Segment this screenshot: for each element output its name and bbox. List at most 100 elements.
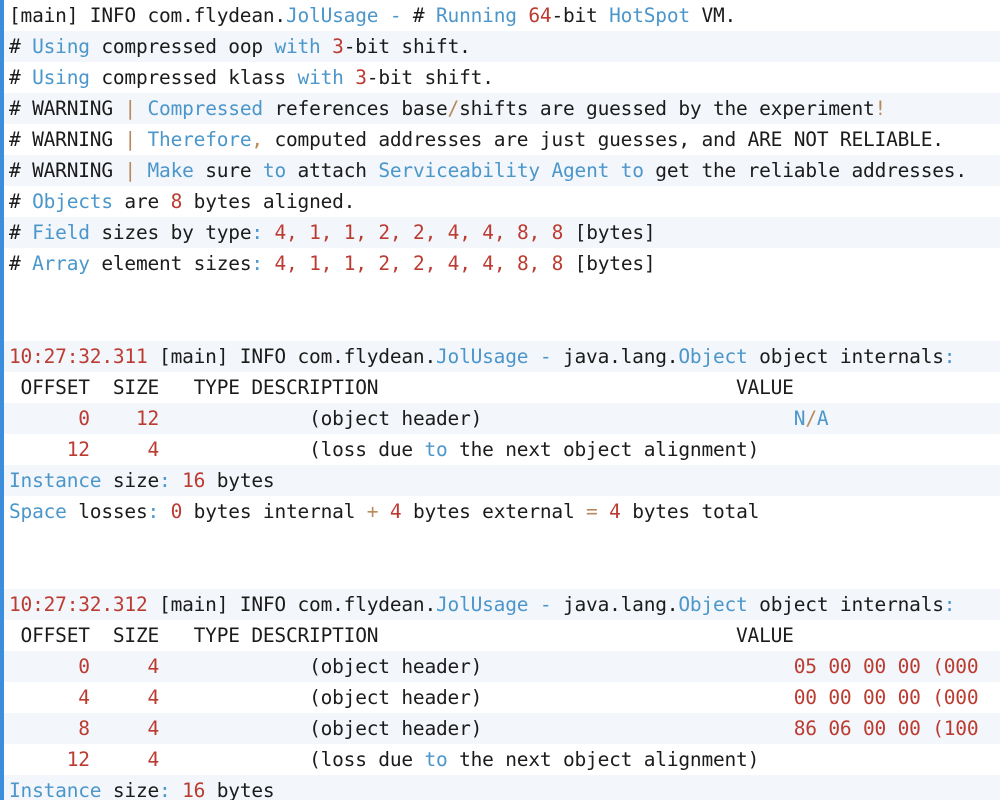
token: + — [367, 500, 379, 523]
token: , — [494, 252, 517, 275]
token: 4 — [274, 252, 286, 275]
token: , — [390, 221, 413, 244]
token: are — [113, 190, 171, 213]
token: 3 — [332, 35, 344, 58]
token: 8 — [552, 221, 564, 244]
token: Serviceability Agent to — [378, 159, 643, 182]
token: with — [298, 66, 344, 89]
token — [171, 779, 183, 800]
token: / — [448, 97, 460, 120]
token: A — [817, 407, 829, 430]
token: Object — [678, 345, 747, 368]
token: get the reliable addresses. — [644, 159, 967, 182]
token — [378, 4, 390, 27]
line-block1-row-0: 0 12 (object header) N/A — [4, 403, 1000, 434]
token: 0 — [78, 407, 90, 430]
token: compressed oop — [90, 35, 275, 58]
token: Objects — [32, 190, 113, 213]
token: bytes — [205, 779, 274, 800]
line-block2-row-0: 0 4 (object header) 05 00 00 00 (000 — [4, 651, 1000, 682]
token: , — [425, 221, 448, 244]
token: (object header) — [159, 407, 794, 430]
token: 4 — [148, 748, 160, 771]
token: bytes aligned. — [182, 190, 355, 213]
token: : — [159, 469, 171, 492]
token — [9, 717, 78, 740]
token: to — [263, 159, 286, 182]
token: , — [459, 221, 482, 244]
token: 05 00 00 00 (000 — [794, 655, 979, 678]
token: compressed klass — [90, 66, 298, 89]
token — [90, 655, 148, 678]
token: size — [101, 469, 159, 492]
token: , — [355, 221, 378, 244]
token: 1 — [344, 252, 356, 275]
token — [90, 686, 148, 709]
token: JolUsage — [436, 593, 528, 616]
token: , — [494, 221, 517, 244]
token: to — [424, 748, 447, 771]
token: 4 — [274, 221, 286, 244]
token: OFFSET SIZE TYPE DESCRIPTION VALUE — [9, 624, 794, 647]
token: 2 — [378, 221, 390, 244]
line-block2-columns: OFFSET SIZE TYPE DESCRIPTION VALUE — [4, 620, 1000, 651]
token: losses — [67, 500, 148, 523]
token: Compressed — [148, 97, 263, 120]
line-warning-therefore: # WARNING | Therefore, computed addresse… — [4, 124, 1000, 155]
token: VM. — [690, 4, 736, 27]
token: (object header) — [159, 686, 794, 709]
token — [321, 35, 333, 58]
token: - — [540, 593, 552, 616]
token: Make — [148, 159, 194, 182]
token: sizes by type — [90, 221, 252, 244]
token: : — [159, 779, 171, 800]
token: 3 — [355, 66, 367, 89]
line-block2-row-12: 12 4 (loss due to the next object alignm… — [4, 744, 1000, 775]
token: Using — [32, 66, 90, 89]
token: 2 — [413, 221, 425, 244]
token: -bit — [551, 4, 609, 27]
token: 2 — [413, 252, 425, 275]
token: # — [9, 35, 32, 58]
token: 86 06 00 00 (100 — [794, 717, 979, 740]
line-array-element-sizes: # Array element sizes: 4, 1, 1, 2, 2, 4,… — [4, 248, 1000, 279]
token: 16 — [182, 469, 205, 492]
line-warning-compressed: # WARNING | Compressed references base/s… — [4, 93, 1000, 124]
line-compressed-klass: # Using compressed klass with 3-bit shif… — [4, 62, 1000, 93]
token: 16 — [182, 779, 205, 800]
line-block2-instance-size: Instance size: 16 bytes — [4, 775, 1000, 800]
token: 4 — [390, 500, 402, 523]
token: attach — [286, 159, 378, 182]
token: , — [321, 221, 344, 244]
line-blank-3 — [4, 527, 1000, 558]
token: 4 — [609, 500, 621, 523]
token: - — [540, 345, 552, 368]
token: bytes — [205, 469, 274, 492]
token: Instance — [9, 779, 101, 800]
line-objects-aligned: # Objects are 8 bytes aligned. — [4, 186, 1000, 217]
token: 4 — [482, 221, 494, 244]
token: java.lang. — [551, 345, 678, 368]
token: 4 — [148, 686, 160, 709]
token: object internals — [748, 593, 944, 616]
token — [9, 407, 78, 430]
token: (object header) — [159, 655, 794, 678]
token: HotSpot — [609, 4, 690, 27]
console-output-pane[interactable]: [main] INFO com.flydean.JolUsage - # Run… — [0, 0, 1000, 800]
token: : — [251, 221, 263, 244]
token: object internals — [748, 345, 944, 368]
token: # WARNING — [9, 97, 124, 120]
token: , — [459, 252, 482, 275]
token: 1 — [344, 221, 356, 244]
token: 0 — [171, 500, 183, 523]
token: Instance — [9, 469, 101, 492]
token: , — [390, 252, 413, 275]
token: / — [805, 407, 817, 430]
token: , — [286, 252, 309, 275]
token — [9, 655, 78, 678]
token — [528, 345, 540, 368]
token: [main] INFO com.flydean. — [9, 4, 286, 27]
token: 4 — [482, 252, 494, 275]
line-blank-1 — [4, 279, 1000, 310]
token: bytes external — [401, 500, 586, 523]
